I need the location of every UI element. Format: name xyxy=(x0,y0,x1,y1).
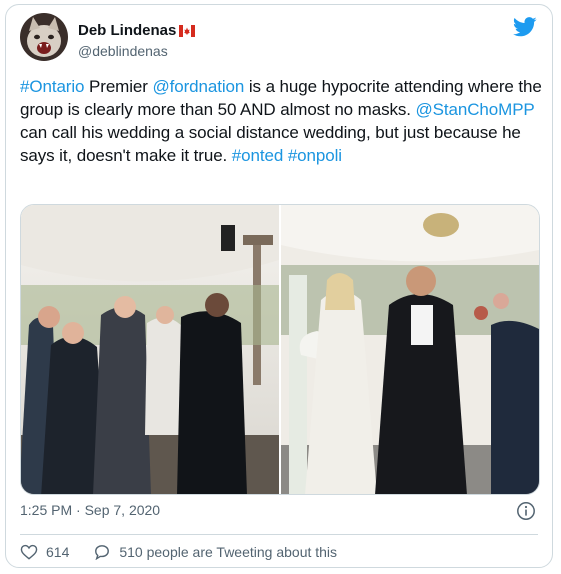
author-handle[interactable]: @deblindenas xyxy=(78,43,168,59)
tweet-actions: 614 510 people are Tweeting about this xyxy=(20,544,361,560)
tweet-timestamp[interactable]: 1:25 PM · Sep 7, 2020 xyxy=(20,502,160,518)
author-avatar[interactable] xyxy=(20,13,68,61)
wedding-photo-right[interactable] xyxy=(281,205,539,494)
heart-icon xyxy=(20,544,38,560)
wedding-photo-left[interactable] xyxy=(21,205,279,494)
tweeting-about-link[interactable]: 510 people are Tweeting about this xyxy=(93,544,337,560)
tweet-card: Deb Lindenas @deblindenas #Ontario Premi… xyxy=(5,4,553,568)
hashtag-ontario[interactable]: #Ontario xyxy=(20,77,85,96)
author-display-name[interactable]: Deb Lindenas xyxy=(78,22,196,42)
like-button[interactable]: 614 xyxy=(20,544,69,560)
tweet-media xyxy=(20,204,540,495)
tweet-text: #Ontario Premier @fordnation is a huge h… xyxy=(20,75,544,167)
twitter-bird-icon[interactable] xyxy=(512,16,537,38)
tweeting-about-text: 510 people are Tweeting about this xyxy=(119,544,338,560)
like-count: 614 xyxy=(46,544,70,560)
mention-fordnation[interactable]: @fordnation xyxy=(152,77,244,96)
canada-flag-icon xyxy=(179,24,196,42)
divider xyxy=(20,534,538,535)
mention-stanchompp[interactable]: @StanChoMPP xyxy=(416,100,535,119)
info-icon[interactable] xyxy=(516,501,536,521)
tweet-text-segment: Premier xyxy=(84,77,153,96)
speech-bubble-icon xyxy=(95,545,110,560)
hashtag-onpoli[interactable]: #onpoli xyxy=(288,146,342,165)
hashtag-onted[interactable]: #onted xyxy=(232,146,284,165)
